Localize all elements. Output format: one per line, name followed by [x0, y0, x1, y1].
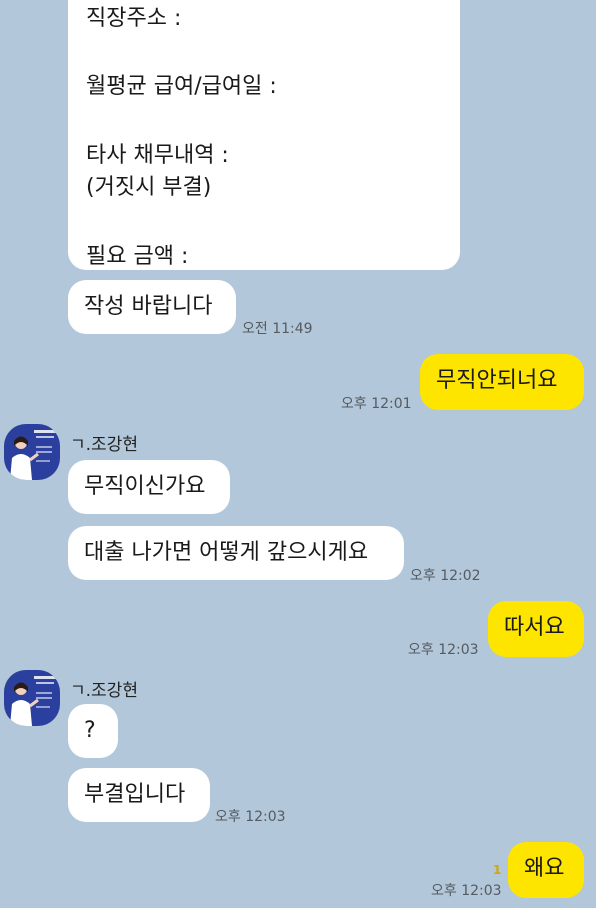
sender-avatar[interactable]: [4, 424, 60, 480]
sent-message-bubble[interactable]: 따서요: [488, 601, 584, 657]
message-bubble[interactable]: 부결입니다: [68, 768, 210, 822]
message-text: 왜요: [524, 856, 565, 881]
message-text: 무직이신가요: [84, 474, 206, 499]
sender-avatar[interactable]: [4, 670, 60, 726]
form-message-bubble[interactable]: 직장주소 : 월평균 급여/급여일 : 타사 채무내역 : (거짓시 부결) 필…: [68, 0, 460, 270]
sent-message-bubble[interactable]: 왜요: [508, 842, 584, 898]
unread-count-badge: 1: [493, 863, 502, 877]
message-text: 따서요: [504, 615, 565, 640]
message-text: 부결입니다: [84, 782, 186, 807]
form-line-debts: 타사 채무내역 :: [86, 142, 229, 168]
form-line-address: 직장주소 :: [86, 6, 182, 31]
form-line-amount: 필요 금액 :: [86, 243, 189, 269]
message-timestamp: 오후 12:03: [408, 642, 479, 658]
sent-message-bubble[interactable]: 무직안되너요: [420, 354, 584, 410]
message-bubble[interactable]: 대출 나가면 어떻게 갚으시게요: [68, 526, 404, 580]
sender-name: ㄱ.조강현: [70, 435, 138, 455]
profile-photo-icon: [4, 424, 60, 480]
form-line-salary: 월평균 급여/급여일 :: [86, 74, 277, 100]
message-timestamp: 오후 12:03: [431, 883, 502, 899]
sender-name: ㄱ.조강현: [70, 681, 138, 701]
message-timestamp: 오후 12:02: [410, 568, 481, 584]
profile-photo-icon: [4, 670, 60, 726]
message-text: 대출 나가면 어떻게 갚으시게요: [84, 540, 369, 565]
message-timestamp: 오전 11:49: [242, 321, 313, 337]
message-bubble[interactable]: 작성 바랍니다: [68, 280, 236, 334]
form-line-warning: (거짓시 부결): [86, 175, 212, 201]
message-text: 작성 바랍니다: [84, 294, 213, 319]
message-bubble[interactable]: ?: [68, 704, 118, 758]
message-text: ?: [84, 718, 96, 743]
message-bubble[interactable]: 무직이신가요: [68, 460, 230, 514]
message-timestamp: 오후 12:01: [341, 396, 412, 412]
message-timestamp: 오후 12:03: [215, 809, 286, 825]
message-text: 무직안되너요: [436, 368, 558, 393]
